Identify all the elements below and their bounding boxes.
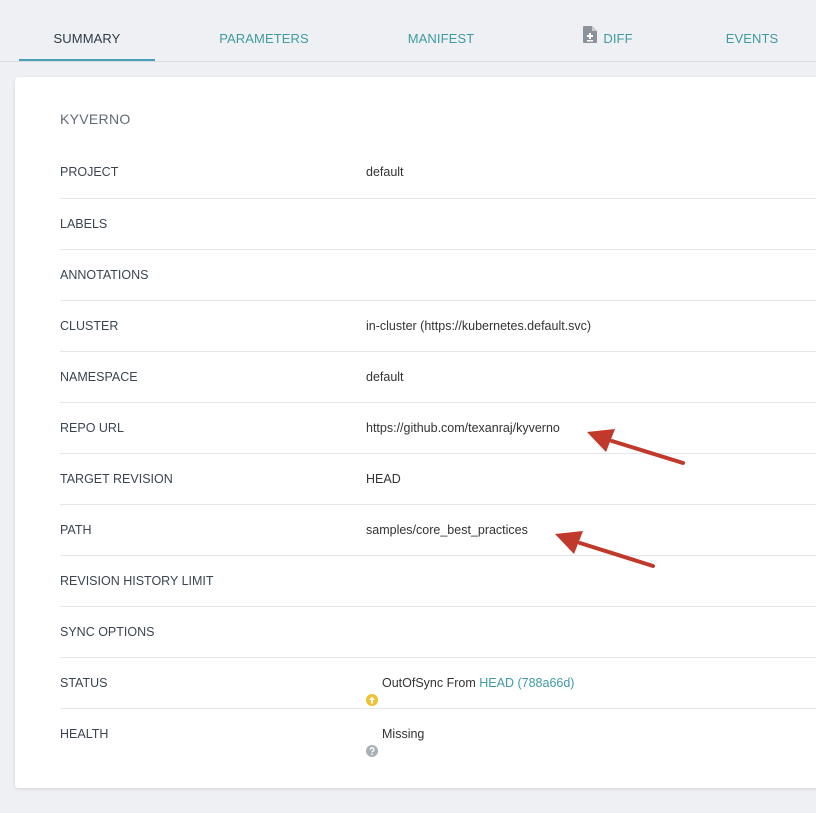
field-row-path: PATH samples/core_best_practices: [60, 504, 816, 556]
field-row-cluster: CLUSTER in-cluster (https://kubernetes.d…: [60, 300, 816, 352]
summary-card: KYVERNO PROJECT default LABELS ANNOTATIO…: [15, 77, 816, 788]
field-row-project: PROJECT default: [60, 147, 816, 198]
tab-label: PARAMETERS: [219, 31, 309, 46]
tab-diff[interactable]: DIFF: [540, 0, 676, 61]
health-status-text: Missing: [382, 727, 425, 741]
arrow-up-circle-icon: [366, 677, 378, 706]
repo-url-link[interactable]: https://github.com/texanraj/kyverno: [366, 403, 560, 453]
tab-summary[interactable]: SUMMARY: [19, 0, 155, 61]
field-row-namespace: NAMESPACE default: [60, 351, 816, 403]
field-label: CLUSTER: [60, 319, 119, 333]
field-label: TARGET REVISION: [60, 472, 173, 486]
field-row-annotations: ANNOTATIONS: [60, 249, 816, 301]
field-row-target-revision: TARGET REVISION HEAD: [60, 453, 816, 505]
tab-manifest[interactable]: MANIFEST: [373, 0, 509, 61]
field-row-sync-options: SYNC OPTIONS: [60, 606, 816, 658]
field-row-status: STATUS OutOfSync From HEAD (788a66d): [60, 657, 816, 709]
field-row-health: HEALTH Missing: [60, 708, 816, 760]
field-label: NAMESPACE: [60, 370, 138, 384]
tab-bar: SUMMARY PARAMETERS MANIFEST DIFF EVENTS: [0, 0, 816, 62]
path-value: samples/core_best_practices: [366, 523, 528, 537]
sync-status-text: OutOfSync From: [382, 676, 476, 690]
active-tab-underline: [19, 59, 155, 61]
tab-label: DIFF: [603, 31, 633, 46]
project-link[interactable]: default: [366, 147, 404, 197]
field-label: PATH: [60, 523, 92, 537]
field-row-repo-url: REPO URL https://github.com/texanraj/kyv…: [60, 402, 816, 454]
field-label: PROJECT: [60, 165, 119, 179]
tab-events[interactable]: EVENTS: [684, 0, 816, 61]
field-label: REVISION HISTORY LIMIT: [60, 574, 214, 588]
target-revision-link[interactable]: HEAD: [366, 454, 401, 504]
field-row-labels: LABELS: [60, 198, 816, 250]
tab-label: MANIFEST: [407, 31, 475, 46]
field-label: REPO URL: [60, 421, 124, 435]
app-name-heading: KYVERNO: [60, 111, 131, 127]
status-value: OutOfSync From HEAD (788a66d): [366, 658, 574, 708]
tab-label: SUMMARY: [53, 31, 121, 46]
field-label: HEALTH: [60, 727, 109, 741]
namespace-value: default: [366, 370, 404, 384]
field-label: SYNC OPTIONS: [60, 625, 155, 639]
health-value: Missing: [366, 709, 424, 759]
field-label: STATUS: [60, 676, 108, 690]
tab-label: EVENTS: [725, 31, 779, 46]
revision-link[interactable]: HEAD (788a66d): [479, 676, 574, 690]
cluster-value: in-cluster (https://kubernetes.default.s…: [366, 319, 592, 333]
field-row-revision-history-limit: REVISION HISTORY LIMIT: [60, 555, 816, 607]
field-label: LABELS: [60, 217, 108, 231]
field-label: ANNOTATIONS: [60, 268, 149, 282]
tab-parameters[interactable]: PARAMETERS: [196, 0, 332, 61]
question-circle-icon: [366, 728, 378, 757]
file-diff-icon: [583, 0, 598, 77]
